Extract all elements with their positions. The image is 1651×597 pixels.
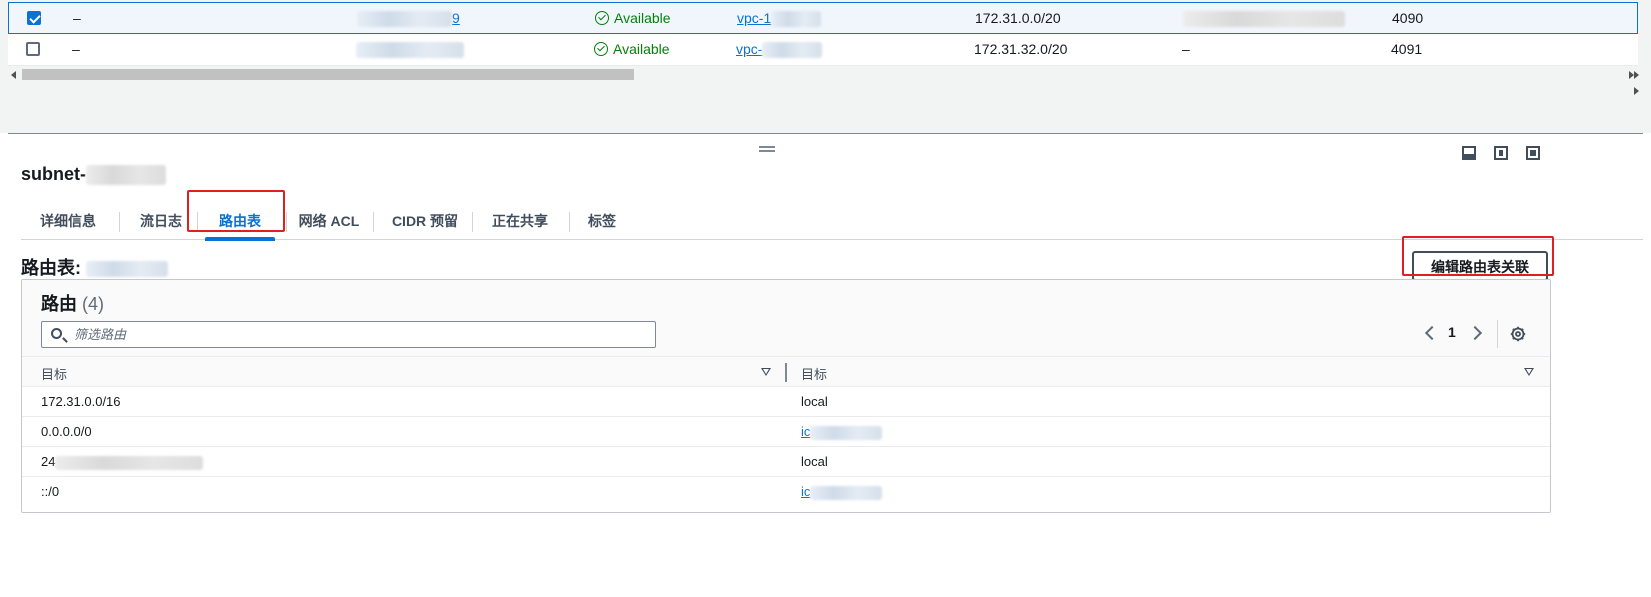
column-destination[interactable]: 目标 [41, 364, 67, 383]
sort-down-icon[interactable] [761, 368, 771, 376]
route-target: local [801, 394, 828, 409]
subnet-id-link[interactable]: 9 [357, 3, 460, 33]
panel-bottom-icon[interactable] [1462, 146, 1476, 160]
row-checkbox-1[interactable] [27, 11, 41, 25]
check-circle-icon [594, 42, 608, 56]
tab-cidr-reservations[interactable]: CIDR 预留 [373, 202, 477, 240]
available-ips: 4091 [1391, 41, 1423, 57]
route-table-label: 路由表: [21, 254, 169, 280]
gear-icon[interactable] [1510, 326, 1526, 342]
available-ips: 4090 [1392, 10, 1424, 26]
subnet-title: subnet- [21, 164, 166, 186]
row-checkbox-2[interactable] [26, 42, 40, 56]
table-row: 172.31.0.0/16 local [22, 387, 1550, 417]
subnet-name: – [73, 10, 81, 26]
subnet-row-1[interactable]: – 9 Available vpc-1 172.31.0.0/20 4090 [8, 2, 1638, 34]
route-destination: ::/0 [41, 484, 60, 499]
scroll-arrows [1630, 67, 1648, 101]
subnet-status: Available [594, 34, 670, 64]
page-number[interactable]: 1 [1448, 324, 1456, 340]
route-target: local [801, 454, 828, 469]
sort-down-icon[interactable] [1524, 368, 1534, 376]
table-row: 24 local [22, 447, 1550, 477]
routes-header: 路由 (4) 1 [22, 280, 1550, 356]
routes-column-header: 目标 目标 [22, 356, 1550, 387]
scroll-right-arrow-icon[interactable] [1634, 71, 1639, 79]
scroll-right-arrow-icon[interactable] [1634, 87, 1639, 95]
subnet-name: – [72, 41, 80, 57]
panel-full-icon[interactable] [1526, 146, 1540, 160]
routes-title: 路由 (4) [41, 294, 105, 314]
table-row: 0.0.0.0/0 ic [22, 417, 1550, 447]
tab-details[interactable]: 详细信息 [31, 202, 105, 240]
column-target[interactable]: 目标 [801, 364, 827, 383]
search-icon [51, 328, 62, 339]
filter-routes-field[interactable] [41, 321, 656, 348]
subnet-cidr: 172.31.0.0/20 [975, 10, 1061, 26]
subnet-row-2[interactable]: – Available vpc- 172.31.32.0/20 – 4091 [8, 34, 1638, 66]
column-resizer[interactable] [785, 363, 787, 382]
check-circle-icon [595, 11, 609, 25]
route-table-id-link[interactable] [86, 258, 169, 278]
routes-count: (4) [82, 294, 105, 314]
vpc-link[interactable]: vpc-1 [737, 3, 822, 33]
next-page-icon[interactable] [1467, 325, 1483, 341]
route-target-link[interactable]: ic [801, 424, 883, 440]
subnet-id-link[interactable] [356, 34, 464, 64]
vpc-link[interactable]: vpc- [736, 34, 823, 64]
subnet-ipv6-cidr [1183, 3, 1345, 33]
tab-network-acl[interactable]: 网络 ACL [286, 202, 372, 240]
scroll-left-arrow-icon[interactable] [11, 71, 16, 79]
filter-routes-input[interactable] [72, 323, 642, 346]
subnet-status: Available [595, 3, 671, 33]
tab-tags[interactable]: 标签 [569, 202, 635, 240]
subnet-ipv6-cidr: – [1182, 41, 1190, 57]
split-panel: subnet- 详细信息 流日志 路由表 网络 ACL CIDR 预留 正在共享… [8, 133, 1643, 597]
route-destination: 24 [41, 454, 204, 470]
panel-side-icon[interactable] [1494, 146, 1508, 160]
button-highlight-box [1402, 236, 1554, 276]
previous-page-icon[interactable] [1424, 325, 1440, 341]
subnet-cidr: 172.31.32.0/20 [974, 41, 1068, 57]
route-target-link[interactable]: ic [801, 484, 883, 500]
horizontal-scrollbar[interactable] [8, 67, 1638, 83]
routes-container: 路由 (4) 1 目标 目标 172.31.0 [21, 279, 1551, 513]
tab-highlight-box [187, 190, 285, 232]
scrollbar-thumb[interactable] [22, 69, 634, 80]
subnet-table: – 9 Available vpc-1 172.31.0.0/20 4090 –… [0, 0, 1651, 133]
route-destination: 0.0.0.0/0 [41, 424, 92, 439]
drag-handle-icon[interactable] [759, 146, 775, 152]
route-destination: 172.31.0.0/16 [41, 394, 121, 409]
tab-sharing[interactable]: 正在共享 [472, 202, 568, 240]
table-row: ::/0 ic [22, 477, 1550, 507]
